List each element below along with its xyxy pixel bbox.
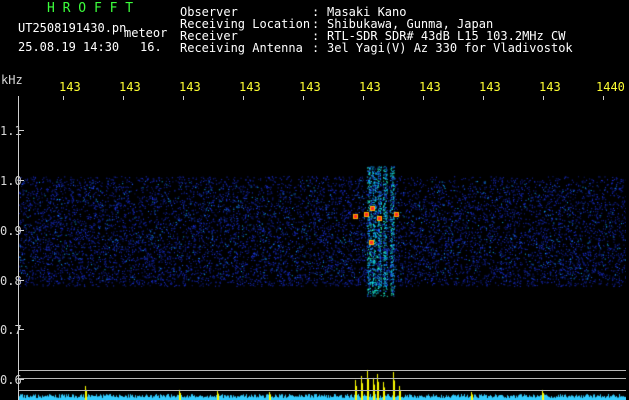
x-tick-label: 143 [539, 80, 561, 94]
x-tick-mark [363, 96, 364, 100]
x-tick-mark [183, 96, 184, 100]
x-tick-mark [63, 96, 64, 100]
x-tick-mark [543, 96, 544, 100]
x-tick-mark [243, 96, 244, 100]
x-tick-label: 143 [479, 80, 501, 94]
file-name: UT2508191430.pn [18, 21, 127, 35]
y-tick-mark [19, 180, 24, 181]
info-key-antenna: Receiving Antenna [180, 41, 303, 55]
y-tick-mark [19, 230, 24, 231]
y-tick-mark [19, 280, 24, 281]
x-tick-mark [303, 96, 304, 100]
x-tick-label: 143 [179, 80, 201, 94]
x-tick-mark [483, 96, 484, 100]
spectrum-guide-line [19, 378, 626, 379]
x-tick-mark [423, 96, 424, 100]
spectrum-guide-line [19, 390, 626, 391]
x-tick-label: 143 [299, 80, 321, 94]
meteor-label: meteor [124, 26, 168, 40]
capture-datetime: 25.08.19 14:30 [18, 40, 120, 54]
y-tick-mark [19, 130, 24, 131]
waterfall-canvas [19, 96, 626, 400]
y-tick-mark [19, 379, 24, 380]
spectrogram-plot [18, 96, 626, 400]
info-sep-antenna: : [312, 41, 320, 55]
x-tick-label: 1440 [596, 80, 625, 94]
x-tick-label: 143 [359, 80, 381, 94]
y-axis-unit: kHz [1, 73, 23, 87]
spectrum-guide-line [19, 370, 626, 371]
hrofft-screen: H R O F F T UT2508191430.pn meteor 25.08… [0, 0, 629, 400]
x-tick-mark [123, 96, 124, 100]
app-title: H R O F F T [47, 1, 134, 16]
y-tick-mark [19, 329, 24, 330]
info-value-antenna: 3el Yagi(V) Az 330 for Vladivostok [327, 41, 573, 55]
x-tick-label: 143 [119, 80, 141, 94]
meteor-count: 16. [140, 40, 162, 54]
x-tick-mark [603, 96, 604, 100]
x-tick-label: 143 [239, 80, 261, 94]
x-tick-label: 143 [59, 80, 81, 94]
x-tick-label: 143 [419, 80, 441, 94]
